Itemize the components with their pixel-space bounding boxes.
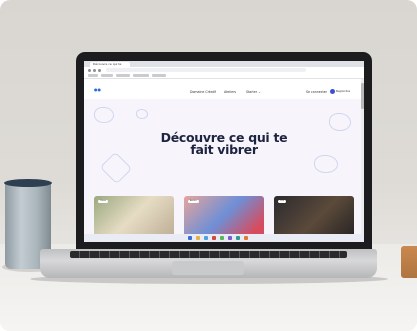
page-scrollbar[interactable] — [361, 79, 364, 234]
website: ●● Domaine Créatif Ateliers Starter ⌄ Se… — [84, 79, 364, 242]
deco-star-icon — [99, 151, 133, 185]
photo-scene: Découvre ce qui te ●● Domaine Créatif At… — [0, 0, 417, 331]
signup-button[interactable]: Rejoindre — [336, 89, 354, 94]
mug-rim — [4, 179, 52, 187]
reload-icon[interactable] — [98, 69, 101, 72]
tab-title: Découvre ce qui te — [93, 62, 122, 66]
account-avatar-icon[interactable] — [330, 89, 335, 94]
hero-headline: Découvre ce qui te fait vibrer — [124, 131, 324, 157]
bookmark-item[interactable] — [133, 74, 149, 77]
headline-line-2: fait vibrer — [190, 142, 258, 157]
card-label: Atelier — [188, 200, 199, 203]
card-label: Cours — [98, 200, 108, 203]
nav-link-starter[interactable]: Starter ⌄ — [246, 90, 261, 94]
wooden-object — [401, 246, 417, 278]
url-field[interactable] — [106, 68, 306, 72]
app-icon[interactable] — [212, 236, 216, 240]
app-icon[interactable] — [228, 236, 232, 240]
app-icon[interactable] — [236, 236, 240, 240]
site-logo[interactable]: ●● — [94, 88, 112, 96]
scroll-thumb[interactable] — [361, 83, 364, 109]
bookmark-item[interactable] — [88, 74, 98, 77]
forward-icon[interactable] — [93, 69, 96, 72]
deco-cloud-icon — [94, 107, 114, 123]
bookmark-item[interactable] — [152, 74, 166, 77]
deco-sparkle-icon — [136, 109, 148, 119]
app-icon[interactable] — [220, 236, 224, 240]
app-icon[interactable] — [244, 236, 248, 240]
site-navbar: ●● Domaine Créatif Ateliers Starter ⌄ Se… — [84, 85, 364, 99]
os-taskbar — [84, 234, 364, 242]
laptop-screen: Découvre ce qui te ●● Domaine Créatif At… — [84, 61, 364, 242]
start-icon[interactable] — [188, 236, 192, 240]
deco-cloud-icon — [314, 155, 338, 173]
deco-flower-icon — [329, 113, 351, 131]
nav-link-domaine[interactable]: Domaine Créatif — [190, 90, 216, 94]
laptop-keyboard — [70, 251, 347, 258]
bookmark-item[interactable] — [101, 74, 113, 77]
card-label: Live — [278, 200, 287, 203]
bookmark-item[interactable] — [116, 74, 130, 77]
laptop-trackpad — [172, 261, 244, 275]
login-link[interactable]: Se connecter — [306, 90, 327, 94]
nav-link-ateliers[interactable]: Ateliers — [224, 90, 236, 94]
browser-icon[interactable] — [204, 236, 208, 240]
folder-icon[interactable] — [196, 236, 200, 240]
back-icon[interactable] — [88, 69, 91, 72]
